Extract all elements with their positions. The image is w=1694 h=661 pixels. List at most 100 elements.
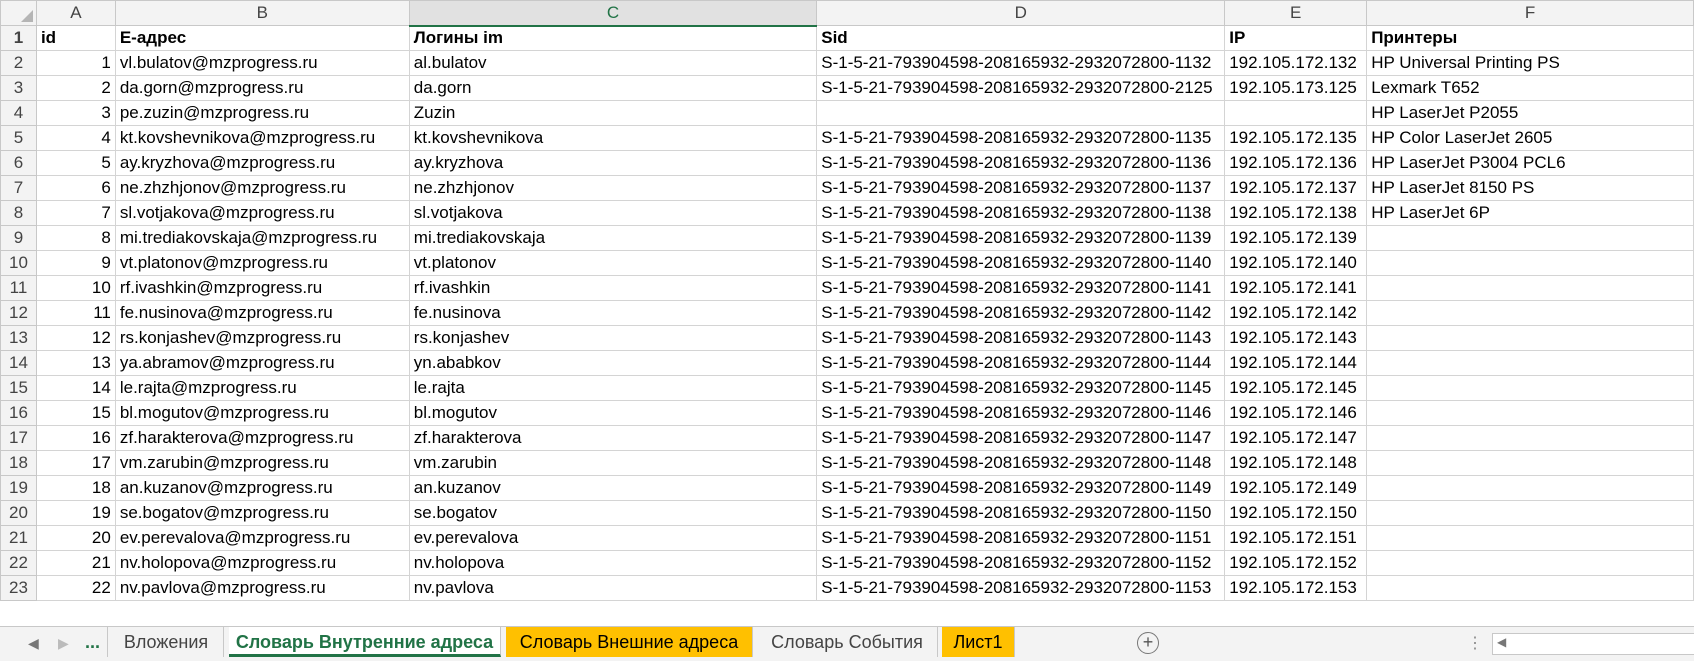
horizontal-scrollbar[interactable]: ◀ [1492, 633, 1694, 655]
row-header[interactable]: 5 [0, 125, 37, 151]
cell-d2[interactable]: S-1-5-21-793904598-208165932-2932072800-… [816, 50, 1226, 76]
cell-b15[interactable]: le.rajta@mzprogress.ru [114, 375, 410, 401]
cell-d22[interactable]: S-1-5-21-793904598-208165932-2932072800-… [816, 550, 1226, 576]
cell-b12[interactable]: fe.nusinova@mzprogress.ru [114, 300, 410, 326]
cell-a8[interactable]: 7 [35, 200, 116, 226]
cell-f13[interactable] [1366, 325, 1694, 351]
cell-c23[interactable]: nv.pavlova [408, 575, 818, 601]
scroll-left-icon[interactable]: ◀ [1497, 635, 1506, 649]
cell-b17[interactable]: zf.harakterova@mzprogress.ru [114, 425, 410, 451]
sheet-tab[interactable]: Словарь Внутренние адреса [229, 627, 501, 657]
cell-a9[interactable]: 8 [35, 225, 116, 251]
cell-f21[interactable] [1366, 525, 1694, 551]
cell-a6[interactable]: 5 [35, 150, 116, 176]
cell-a19[interactable]: 18 [35, 475, 116, 501]
cell-d5[interactable]: S-1-5-21-793904598-208165932-2932072800-… [816, 125, 1226, 151]
cell-d15[interactable]: S-1-5-21-793904598-208165932-2932072800-… [816, 375, 1226, 401]
cell-a1[interactable]: id [35, 25, 116, 51]
split-handle-icon[interactable]: ⋮ [1467, 633, 1483, 653]
row-header[interactable]: 12 [0, 300, 37, 326]
cell-f2[interactable]: HP Universal Printing PS [1366, 50, 1694, 76]
row-header[interactable]: 17 [0, 425, 37, 451]
cell-c10[interactable]: vt.platonov [408, 250, 818, 276]
cell-f8[interactable]: HP LaserJet 6P [1366, 200, 1694, 226]
cell-b21[interactable]: ev.perevalova@mzprogress.ru [114, 525, 410, 551]
cell-a18[interactable]: 17 [35, 450, 116, 476]
cell-a4[interactable]: 3 [35, 100, 116, 126]
cell-e16[interactable]: 192.105.172.146 [1224, 400, 1368, 426]
cell-c20[interactable]: se.bogatov [408, 500, 818, 526]
cell-b4[interactable]: pe.zuzin@mzprogress.ru [114, 100, 410, 126]
cell-c8[interactable]: sl.votjakova [408, 200, 818, 226]
cell-b1[interactable]: E-адрес [114, 25, 410, 51]
row-header[interactable]: 10 [0, 250, 37, 276]
cell-a22[interactable]: 21 [35, 550, 116, 576]
cell-b13[interactable]: rs.konjashev@mzprogress.ru [114, 325, 410, 351]
cell-d13[interactable]: S-1-5-21-793904598-208165932-2932072800-… [816, 325, 1226, 351]
cell-c7[interactable]: ne.zhzhjonov [408, 175, 818, 201]
cell-b18[interactable]: vm.zarubin@mzprogress.ru [114, 450, 410, 476]
cell-b11[interactable]: rf.ivashkin@mzprogress.ru [114, 275, 410, 301]
row-header[interactable]: 8 [0, 200, 37, 226]
cell-f12[interactable] [1366, 300, 1694, 326]
cell-a17[interactable]: 16 [35, 425, 116, 451]
cell-c9[interactable]: mi.trediakovskaja [408, 225, 818, 251]
sheet-tab[interactable]: Словарь События [757, 627, 938, 657]
cell-c17[interactable]: zf.harakterova [408, 425, 818, 451]
row-header[interactable]: 4 [0, 100, 37, 126]
cell-f16[interactable] [1366, 400, 1694, 426]
cell-e18[interactable]: 192.105.172.148 [1224, 450, 1368, 476]
row-header[interactable]: 23 [0, 575, 37, 601]
row-header[interactable]: 19 [0, 475, 37, 501]
row-header[interactable]: 14 [0, 350, 37, 376]
column-header-f[interactable]: F [1366, 0, 1694, 26]
cell-d4[interactable] [816, 100, 1226, 126]
cell-e6[interactable]: 192.105.172.136 [1224, 150, 1368, 176]
cell-d8[interactable]: S-1-5-21-793904598-208165932-2932072800-… [816, 200, 1226, 226]
row-header[interactable]: 18 [0, 450, 37, 476]
cell-e3[interactable]: 192.105.173.125 [1224, 75, 1368, 101]
cell-c13[interactable]: rs.konjashev [408, 325, 818, 351]
cell-b7[interactable]: ne.zhzhjonov@mzprogress.ru [114, 175, 410, 201]
cell-e11[interactable]: 192.105.172.141 [1224, 275, 1368, 301]
sheet-tab[interactable]: Вложения [109, 627, 224, 657]
cell-e8[interactable]: 192.105.172.138 [1224, 200, 1368, 226]
cell-c19[interactable]: an.kuzanov [408, 475, 818, 501]
cell-f3[interactable]: Lexmark T652 [1366, 75, 1694, 101]
row-header[interactable]: 2 [0, 50, 37, 76]
row-header[interactable]: 20 [0, 500, 37, 526]
sheet-tab[interactable]: Словарь Внешние адреса [506, 627, 753, 657]
cell-a14[interactable]: 13 [35, 350, 116, 376]
cell-e13[interactable]: 192.105.172.143 [1224, 325, 1368, 351]
cell-f1[interactable]: Принтеры [1366, 25, 1694, 51]
cell-b20[interactable]: se.bogatov@mzprogress.ru [114, 500, 410, 526]
cell-b23[interactable]: nv.pavlova@mzprogress.ru [114, 575, 410, 601]
cell-d6[interactable]: S-1-5-21-793904598-208165932-2932072800-… [816, 150, 1226, 176]
cell-e19[interactable]: 192.105.172.149 [1224, 475, 1368, 501]
cell-d19[interactable]: S-1-5-21-793904598-208165932-2932072800-… [816, 475, 1226, 501]
cell-d9[interactable]: S-1-5-21-793904598-208165932-2932072800-… [816, 225, 1226, 251]
cell-c11[interactable]: rf.ivashkin [408, 275, 818, 301]
cell-b22[interactable]: nv.holopova@mzprogress.ru [114, 550, 410, 576]
cell-d11[interactable]: S-1-5-21-793904598-208165932-2932072800-… [816, 275, 1226, 301]
cell-a3[interactable]: 2 [35, 75, 116, 101]
cell-b14[interactable]: ya.abramov@mzprogress.ru [114, 350, 410, 376]
cell-a20[interactable]: 19 [35, 500, 116, 526]
cell-f9[interactable] [1366, 225, 1694, 251]
row-header[interactable]: 21 [0, 525, 37, 551]
row-header[interactable]: 7 [0, 175, 37, 201]
cell-e10[interactable]: 192.105.172.140 [1224, 250, 1368, 276]
row-header[interactable]: 3 [0, 75, 37, 101]
column-header-a[interactable]: A [35, 0, 116, 26]
cell-f23[interactable] [1366, 575, 1694, 601]
cell-d10[interactable]: S-1-5-21-793904598-208165932-2932072800-… [816, 250, 1226, 276]
cell-d21[interactable]: S-1-5-21-793904598-208165932-2932072800-… [816, 525, 1226, 551]
cell-f4[interactable]: HP LaserJet P2055 [1366, 100, 1694, 126]
cell-f15[interactable] [1366, 375, 1694, 401]
cell-a21[interactable]: 20 [35, 525, 116, 551]
cell-a16[interactable]: 15 [35, 400, 116, 426]
cell-c16[interactable]: bl.mogutov [408, 400, 818, 426]
cell-e9[interactable]: 192.105.172.139 [1224, 225, 1368, 251]
row-header[interactable]: 16 [0, 400, 37, 426]
cell-c6[interactable]: ay.kryzhova [408, 150, 818, 176]
